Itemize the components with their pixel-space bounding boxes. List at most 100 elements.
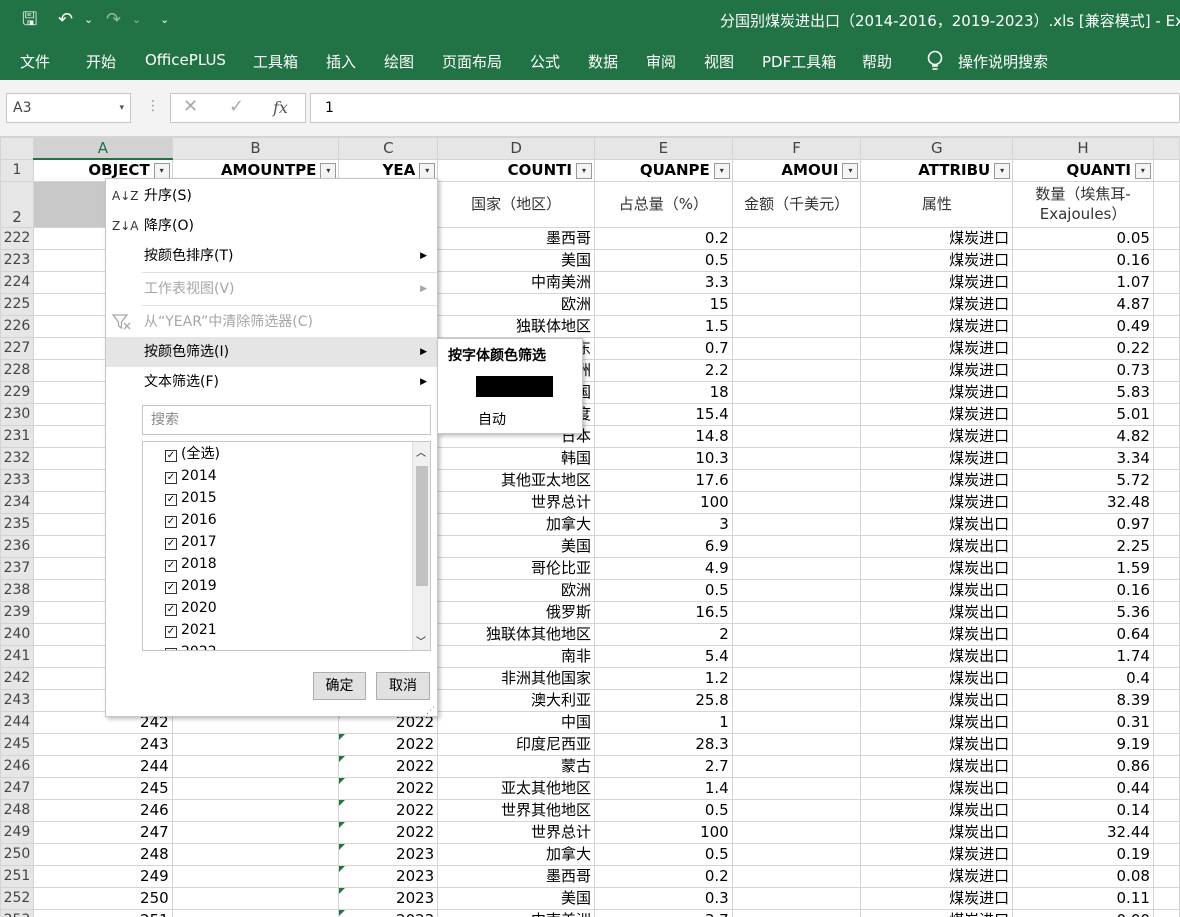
cell-year[interactable]: 2022 xyxy=(338,820,439,844)
cell[interactable] xyxy=(1152,490,1180,514)
checkbox-checked-icon[interactable]: ✓ xyxy=(165,472,177,484)
cell-attribute[interactable]: 煤炭进口 xyxy=(860,468,1014,492)
color-swatch-black[interactable] xyxy=(476,376,553,397)
cell-attribute[interactable]: 煤炭进口 xyxy=(860,490,1014,514)
column-header-e[interactable]: E xyxy=(593,137,733,160)
cell-country[interactable]: 欧洲 xyxy=(437,292,595,316)
cell-amount[interactable] xyxy=(731,666,862,690)
cell-amount[interactable] xyxy=(731,710,862,734)
row-header[interactable]: 227 xyxy=(0,336,34,360)
cell-quanper[interactable]: 25.8 xyxy=(593,688,733,712)
column-header-g[interactable]: G xyxy=(860,137,1014,160)
cell-country[interactable]: 墨西哥 xyxy=(437,864,595,888)
tab-home[interactable]: 开始 xyxy=(86,51,116,72)
cell-quanper[interactable]: 18 xyxy=(593,380,733,404)
cell-amount[interactable] xyxy=(731,754,862,778)
save-icon[interactable]: 🖫 xyxy=(22,8,37,32)
cell-country[interactable]: 中南美洲 xyxy=(437,908,595,917)
cell-object[interactable]: 247 xyxy=(32,820,173,844)
cell-attribute[interactable]: 煤炭进口 xyxy=(860,336,1014,360)
row-header[interactable]: 243 xyxy=(0,688,34,712)
checkbox-checked-icon[interactable]: ✓ xyxy=(165,494,177,506)
cell-country[interactable]: 美国 xyxy=(437,886,595,910)
row-header[interactable]: 236 xyxy=(0,534,34,558)
chevron-down-icon[interactable]: ▾ xyxy=(119,94,124,122)
filter-dropdown-icon[interactable]: ▾ xyxy=(994,162,1011,179)
cell-object[interactable]: 248 xyxy=(32,842,173,866)
scroll-up-icon[interactable]: ︿ xyxy=(416,444,426,459)
cell-quanper[interactable]: 0.5 xyxy=(593,798,733,822)
cell-quanper[interactable]: 2 xyxy=(593,622,733,646)
cell-attribute[interactable]: 煤炭进口 xyxy=(860,886,1014,910)
cell-year[interactable]: 2023 xyxy=(338,908,439,917)
filter-dropdown-icon[interactable]: ▾ xyxy=(419,162,436,179)
column-header-c[interactable]: C xyxy=(338,137,439,160)
cell-attribute[interactable]: 煤炭出口 xyxy=(860,710,1014,734)
cell-quanper[interactable]: 15.4 xyxy=(593,402,733,426)
row-header[interactable]: 232 xyxy=(0,446,34,470)
cell-amountper[interactable] xyxy=(171,776,340,800)
row-header[interactable]: 233 xyxy=(0,468,34,492)
column-header-a[interactable]: A xyxy=(32,137,173,160)
cell-attribute[interactable]: 煤炭出口 xyxy=(860,556,1014,580)
cell-attribute[interactable]: 煤炭进口 xyxy=(860,908,1014,917)
list-item[interactable]: ✓ 2017 xyxy=(165,531,217,553)
cell-country[interactable]: 加拿大 xyxy=(437,842,595,866)
cell-amount[interactable] xyxy=(731,688,862,712)
cell-attribute[interactable]: 煤炭进口 xyxy=(860,446,1014,470)
auto-color-option[interactable]: 自动 xyxy=(478,409,506,429)
redo-dropdown-icon[interactable]: ⌄ xyxy=(132,8,141,32)
cell-object[interactable]: 243 xyxy=(32,732,173,756)
cell-country[interactable]: 世界其他地区 xyxy=(437,798,595,822)
cell-attribute[interactable]: 煤炭进口 xyxy=(860,358,1014,382)
cell-amount[interactable] xyxy=(731,644,862,668)
cell-attribute[interactable]: 煤炭出口 xyxy=(860,578,1014,602)
cell[interactable] xyxy=(1152,644,1180,668)
cell-quanper[interactable]: 16.5 xyxy=(593,600,733,624)
cell-country[interactable]: 中国 xyxy=(437,710,595,734)
filter-dropdown-icon[interactable]: ▾ xyxy=(842,162,859,179)
cell-quantity[interactable]: 0.31 xyxy=(1012,710,1154,734)
sort-ascending-item[interactable]: A↓Z 升序(S) xyxy=(106,181,437,211)
row-header[interactable]: 248 xyxy=(0,798,34,822)
header-cell[interactable]: COUNTI ▾ xyxy=(437,158,595,182)
cell[interactable] xyxy=(1152,512,1180,536)
cell-attribute[interactable]: 煤炭进口 xyxy=(860,226,1014,250)
list-item[interactable]: ✓ 2015 xyxy=(165,487,217,509)
tab-file[interactable]: 文件 xyxy=(20,51,50,72)
row-header[interactable]: 1 xyxy=(0,158,34,182)
cell-amount[interactable] xyxy=(731,842,862,866)
scrollbar-thumb[interactable] xyxy=(416,466,428,586)
cell-year[interactable]: 2022 xyxy=(338,754,439,778)
cell[interactable] xyxy=(1152,688,1180,712)
header-cell[interactable]: 数量（埃焦耳-Exajoules） xyxy=(1012,180,1154,228)
column-header-b[interactable]: B xyxy=(171,137,340,160)
cell-quanper[interactable]: 14.8 xyxy=(593,424,733,448)
row-header[interactable]: 244 xyxy=(0,710,34,734)
cell-object[interactable]: 245 xyxy=(32,776,173,800)
filter-dropdown-icon[interactable]: ▾ xyxy=(153,163,170,179)
column-header-h[interactable]: H xyxy=(1012,137,1154,160)
cell-year[interactable]: 2022 xyxy=(338,732,439,756)
insert-function-icon[interactable]: fx xyxy=(273,98,288,117)
cell-amount[interactable] xyxy=(731,270,862,294)
cell-quantity[interactable]: 0.19 xyxy=(1012,842,1154,866)
cell-quantity[interactable]: 0.00 xyxy=(1012,908,1154,917)
list-item[interactable]: ✓ 2019 xyxy=(165,575,217,597)
cell-quantity[interactable]: 0.73 xyxy=(1012,358,1154,382)
cell-object[interactable]: 246 xyxy=(32,798,173,822)
checkbox-checked-icon[interactable]: ✓ xyxy=(165,538,177,550)
header-cell[interactable]: 国家（地区） xyxy=(437,180,595,228)
cell[interactable] xyxy=(1152,666,1180,690)
cell-amountper[interactable] xyxy=(171,754,340,778)
cell-quantity[interactable]: 2.25 xyxy=(1012,534,1154,558)
cell-quantity[interactable]: 5.83 xyxy=(1012,380,1154,404)
cell[interactable] xyxy=(1152,578,1180,602)
row-header[interactable]: 242 xyxy=(0,666,34,690)
cell-attribute[interactable]: 煤炭出口 xyxy=(860,644,1014,668)
cell-country[interactable]: 独联体地区 xyxy=(437,314,595,338)
filter-dropdown-icon[interactable]: ▾ xyxy=(575,162,592,179)
cell-amount[interactable] xyxy=(731,820,862,844)
cell-quanper[interactable]: 0.3 xyxy=(593,886,733,910)
cell-amountper[interactable] xyxy=(171,886,340,910)
